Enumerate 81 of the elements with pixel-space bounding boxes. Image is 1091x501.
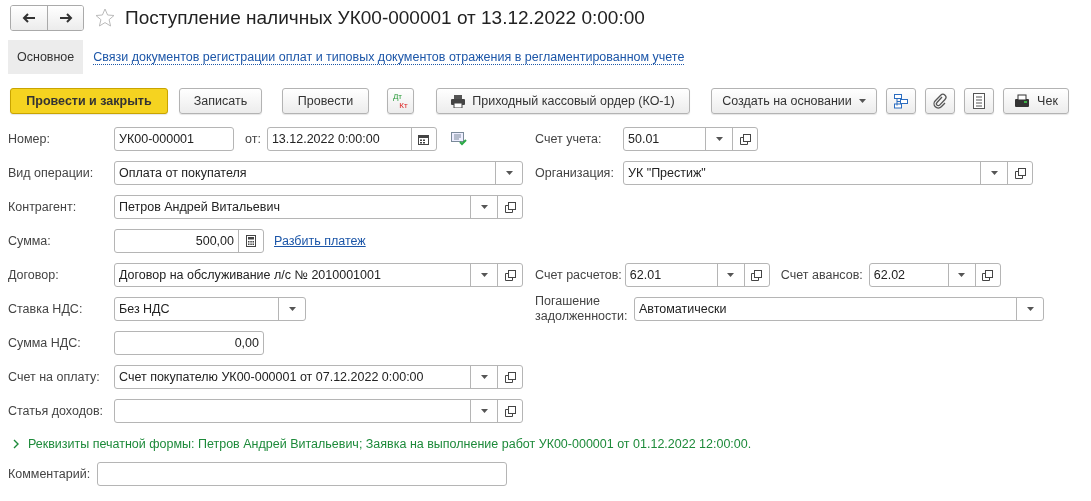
toolbar-button[interactable]: Записать: [179, 88, 262, 114]
open-icon: [1014, 167, 1026, 179]
paperclip-icon: [933, 93, 947, 109]
caret-icon: [505, 171, 513, 175]
caret-icon: [288, 307, 296, 311]
back-button[interactable]: [11, 6, 47, 30]
caret-icon: [990, 171, 998, 175]
caret-icon: [480, 205, 488, 209]
create-based-on-button[interactable]: Создать на основании: [711, 88, 877, 114]
comment-field[interactable]: [97, 462, 507, 486]
field-label: Сумма НДС:: [8, 336, 82, 350]
tab-link[interactable]: Связи документов регистрации оплат и типовых документов отражения в регламентированном учете: [93, 49, 685, 65]
select-field[interactable]: Автоматически: [634, 297, 1044, 321]
date-field[interactable]: 13.12.2022 0:00:00: [266, 127, 437, 151]
list-button[interactable]: [964, 88, 994, 114]
caret-icon: [480, 375, 488, 379]
left-arrow-icon: [22, 13, 36, 23]
document-check-icon[interactable]: [450, 132, 468, 146]
select-field[interactable]: 50.01: [623, 127, 758, 151]
debit-credit-button[interactable]: Дт Кт: [387, 88, 414, 114]
select-field[interactable]: Петров Андрей Витальевич: [114, 195, 523, 219]
star-icon[interactable]: [95, 8, 115, 28]
cash-register-icon: [1014, 94, 1031, 108]
field-label: Счет авансов:: [780, 268, 863, 282]
print-details-toggle[interactable]: Реквизиты печатной формы: Петров Андрей Витальевич; Заявка на выполнение работ УК00-000001 от 01.12.2022 12:00:00.: [8, 437, 752, 451]
calendar-icon: [418, 133, 430, 145]
open-icon: [504, 371, 516, 383]
select-field[interactable]: Без НДС: [114, 297, 306, 321]
select-field[interactable]: [114, 399, 523, 423]
attachment-button[interactable]: [925, 88, 955, 114]
select-field[interactable]: УК "Престиж": [623, 161, 1033, 185]
right-arrow-icon: [58, 13, 73, 23]
forward-button[interactable]: [47, 6, 83, 30]
field-label: Организация:: [535, 165, 615, 181]
document-icon: [973, 93, 985, 109]
select-field[interactable]: Счет покупателю УК00-000001 от 07.12.2022 0:00:00: [114, 365, 523, 389]
text-field[interactable]: УК00-000001: [114, 127, 234, 151]
open-icon: [504, 405, 516, 417]
select-field[interactable]: Оплата от покупателя: [114, 161, 523, 185]
select-field[interactable]: 62.02: [868, 263, 1001, 287]
field-label: Счет на оплату:: [8, 370, 101, 384]
hierarchy-icon: [893, 93, 909, 109]
field-label: Договор:: [8, 268, 60, 282]
select-field[interactable]: 62.01: [624, 263, 770, 287]
text-field[interactable]: 500,00: [114, 229, 264, 253]
field-label: Счет расчетов:: [535, 267, 623, 283]
structure-button[interactable]: [886, 88, 916, 114]
open-icon: [739, 133, 751, 145]
caret-icon: [480, 273, 488, 277]
calculator-icon: [246, 235, 256, 247]
print-button[interactable]: Приходный кассовый ордер (КО-1): [436, 88, 690, 114]
field-label: Вид операции:: [8, 166, 95, 180]
window-title: Поступление наличных УК00-000001 от 13.12.2022 0:00:00: [125, 7, 645, 29]
receipt-button[interactable]: Чек: [1003, 88, 1069, 114]
split-payment-link[interactable]: Разбить платеж: [274, 234, 366, 248]
caret-icon: [480, 409, 488, 413]
field-label: Контрагент:: [8, 200, 78, 214]
field-label: Счет учета:: [535, 131, 603, 147]
open-icon: [504, 201, 516, 213]
field-label: Погашение задолженности:: [535, 294, 629, 324]
field-label: от:: [245, 132, 261, 146]
printer-icon: [451, 94, 466, 108]
caret-icon: [858, 99, 866, 103]
text-field[interactable]: 0,00: [114, 331, 264, 355]
chevron-icon: [12, 439, 20, 449]
field-label: Комментарий:: [8, 467, 92, 481]
select-field[interactable]: Договор на обслуживание л/с № 2010001001: [114, 263, 523, 287]
toolbar-button[interactable]: Провести: [282, 88, 369, 114]
caret-icon: [958, 273, 966, 277]
open-icon: [982, 269, 994, 281]
caret-icon: [727, 273, 735, 277]
field-label: Сумма:: [8, 234, 52, 248]
open-icon: [504, 269, 516, 281]
caret-icon: [715, 137, 723, 141]
open-icon: [751, 269, 763, 281]
field-label: Номер:: [8, 132, 51, 146]
caret-icon: [1026, 307, 1034, 311]
field-label: Статья доходов:: [8, 404, 105, 418]
post-and-close-button[interactable]: Провести и закрыть: [10, 88, 168, 114]
tab[interactable]: Основное: [8, 40, 84, 74]
field-label: Ставка НДС:: [8, 302, 84, 316]
